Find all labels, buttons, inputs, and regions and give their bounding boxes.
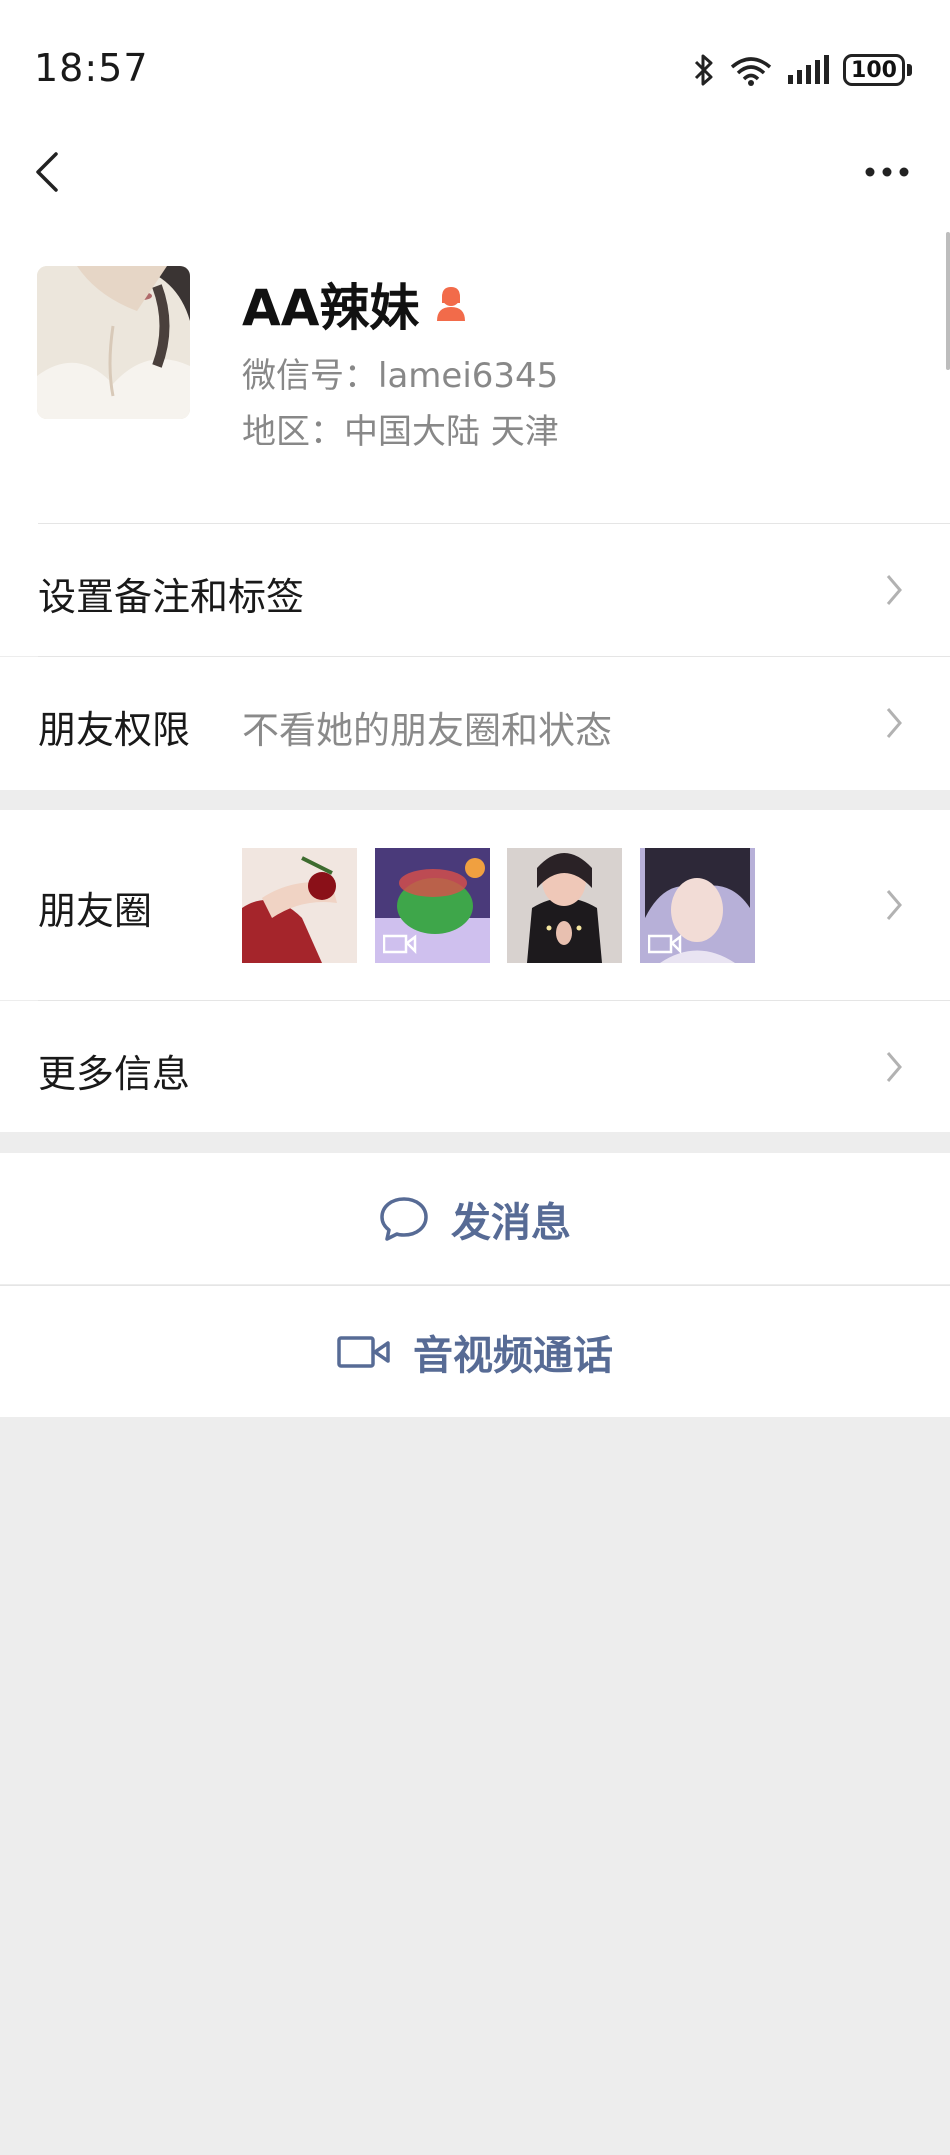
moments-label: 朋友圈 xyxy=(38,889,153,933)
friend-permissions-label: 朋友权限 xyxy=(38,708,191,752)
moment-thumbnail[interactable] xyxy=(242,848,357,963)
scroll-indicator xyxy=(946,232,950,370)
moment-thumbnail[interactable] xyxy=(507,848,622,963)
set-remark-label: 设置备注和标签 xyxy=(38,575,305,619)
wifi-icon xyxy=(730,57,772,86)
bluetooth-icon xyxy=(694,54,713,86)
female-icon xyxy=(437,287,466,321)
name-row: AA辣妹 xyxy=(242,268,469,340)
avatar[interactable] xyxy=(37,266,190,419)
nav-bar xyxy=(0,140,950,260)
battery-level: 100 xyxy=(843,54,905,86)
signal-icon xyxy=(788,55,829,84)
friend-permissions-row[interactable]: 朋友权限 不看她的朋友圈和状态 xyxy=(0,657,950,790)
chat-bubble-icon xyxy=(380,1196,428,1241)
chevron-right-icon xyxy=(886,1052,902,1082)
set-remark-row[interactable]: 设置备注和标签 xyxy=(0,524,950,656)
more-info-label: 更多信息 xyxy=(38,1052,191,1096)
send-message-button[interactable]: 发消息 xyxy=(0,1153,950,1284)
chevron-right-icon xyxy=(886,575,902,605)
moment-thumbnail-video[interactable] xyxy=(375,848,490,963)
chevron-right-icon xyxy=(886,890,902,920)
status-time: 18:57 xyxy=(34,46,149,90)
friend-permissions-value: 不看她的朋友圈和状态 xyxy=(242,709,612,752)
video-icon xyxy=(648,934,682,955)
chevron-left-icon[interactable] xyxy=(28,148,64,196)
battery-icon: 100 xyxy=(843,54,912,86)
wechat-id: 微信号：lamei6345 xyxy=(242,356,559,396)
send-message-label: 发消息 xyxy=(451,1199,571,1246)
profile-name: AA辣妹 xyxy=(242,279,420,337)
status-icons: 100 xyxy=(693,50,912,90)
video-call-button[interactable]: 音视频通话 xyxy=(0,1286,950,1417)
moment-thumbnail-video[interactable] xyxy=(640,848,755,963)
chevron-right-icon xyxy=(886,708,902,738)
more-dots-icon[interactable] xyxy=(864,163,910,181)
region: 地区：中国大陆 天津 xyxy=(242,412,559,452)
video-icon xyxy=(383,934,417,955)
more-info-row[interactable]: 更多信息 xyxy=(0,1001,950,1132)
status-bar: 18:57 100 xyxy=(0,0,950,140)
video-call-label: 音视频通话 xyxy=(413,1332,613,1379)
video-call-icon xyxy=(337,1335,390,1368)
